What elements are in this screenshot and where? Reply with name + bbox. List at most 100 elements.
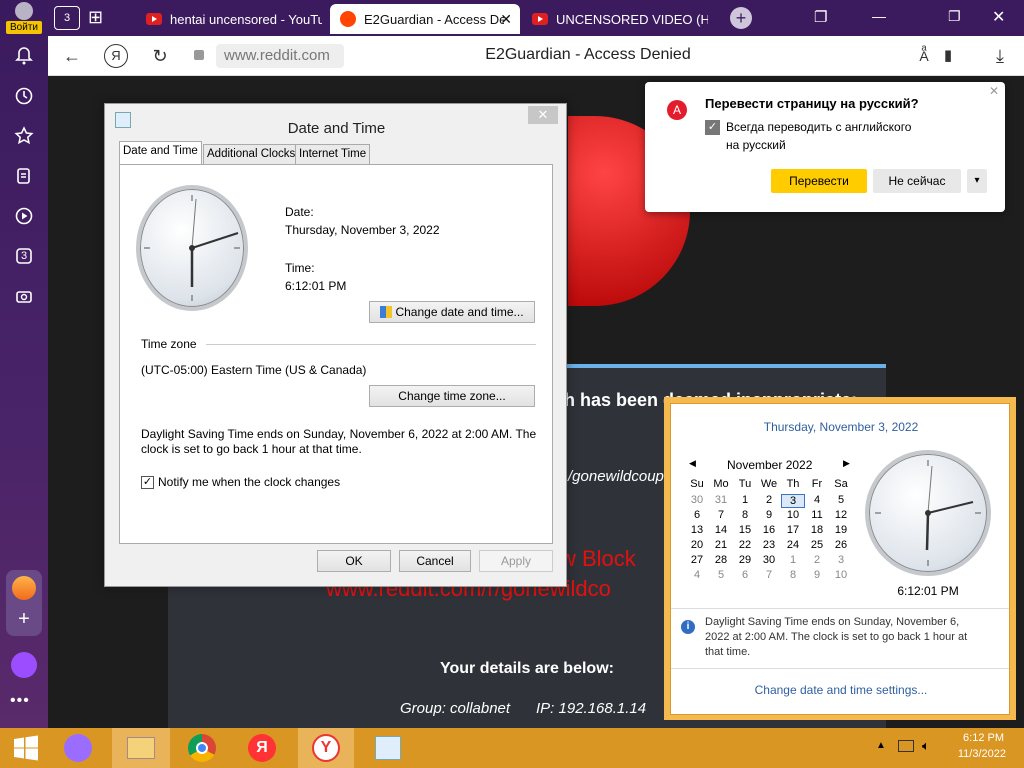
translate-icon[interactable]: Aͣ	[912, 44, 936, 68]
calendar-day[interactable]: 19	[829, 524, 853, 536]
bookmarks-star-icon[interactable]	[8, 120, 40, 152]
always-translate-checkbox[interactable]: ✓	[705, 120, 720, 135]
not-now-button[interactable]: Не сейчас	[873, 169, 961, 193]
flyout-date-header[interactable]: Thursday, November 3, 2022	[671, 420, 1011, 434]
more-icon[interactable]: •••	[10, 692, 30, 710]
calendar-day[interactable]: 21	[709, 539, 733, 551]
tab-youtube-2[interactable]: UNCENSORED VIDEO (He	[522, 4, 708, 34]
calendar-day[interactable]: 26	[829, 539, 853, 551]
taskbar-date[interactable]: 11/3/2022	[940, 748, 1006, 760]
tab-additional-clocks[interactable]: Additional Clocks	[203, 144, 300, 164]
collections-icon[interactable]	[8, 160, 40, 192]
apply-button[interactable]: Apply	[479, 550, 553, 572]
tab-counter-button[interactable]: 3	[54, 6, 80, 30]
calendar-day[interactable]: 5	[829, 494, 853, 506]
close-icon[interactable]: ✕	[989, 84, 999, 98]
change-time-zone-button[interactable]: Change time zone...	[369, 385, 535, 407]
calendar-day[interactable]: 1	[781, 554, 805, 566]
prev-month-icon[interactable]: ◀	[689, 458, 696, 469]
cancel-button[interactable]: Cancel	[399, 550, 471, 572]
calendar-day[interactable]: 7	[757, 569, 781, 581]
calendar-day[interactable]: 4	[805, 494, 829, 506]
calendar-day[interactable]: 27	[685, 554, 709, 566]
minimize-icon[interactable]: —	[872, 8, 886, 24]
notify-checkbox[interactable]: ✓	[141, 476, 154, 489]
calendar-day[interactable]: 12	[829, 509, 853, 521]
ok-button[interactable]: OK	[317, 550, 391, 572]
download-icon[interactable]: ⤓	[988, 44, 1012, 68]
screenshot-camera-icon[interactable]	[8, 280, 40, 312]
volume-icon[interactable]: 🔈︎	[922, 738, 930, 754]
tab-e2guardian[interactable]: E2Guardian - Access Der ✕	[330, 4, 520, 34]
translate-button[interactable]: Перевести	[771, 169, 867, 193]
calendar-day[interactable]: 15	[733, 524, 757, 536]
calendar-day[interactable]: 5	[709, 569, 733, 581]
history-icon[interactable]	[8, 80, 40, 112]
close-button[interactable]: ✕	[528, 106, 558, 124]
login-button[interactable]: Войти	[6, 2, 42, 34]
calendar-day[interactable]: 28	[709, 554, 733, 566]
calendar-day[interactable]: 14	[709, 524, 733, 536]
calendar-day[interactable]: 8	[781, 569, 805, 581]
show-hidden-icons[interactable]: ▲	[876, 740, 886, 751]
back-arrow-icon[interactable]: ←	[60, 44, 84, 68]
yandex-browser-icon[interactable]: Я	[236, 728, 288, 768]
url-field[interactable]: www.reddit.com	[216, 44, 344, 68]
yandex-taskbar-icon[interactable]: Y	[298, 728, 354, 768]
app-icon[interactable]	[12, 576, 36, 600]
bell-icon[interactable]	[8, 40, 40, 72]
windows-start-icon[interactable]	[0, 728, 52, 768]
change-settings-link[interactable]: Change date and time settings...	[671, 683, 1011, 697]
calendar-day[interactable]: 9	[757, 509, 781, 521]
calendar-day[interactable]: 30	[757, 554, 781, 566]
date-time-taskbar-icon[interactable]	[362, 728, 414, 768]
tabs-counter-icon[interactable]: 3	[8, 240, 40, 272]
calendar-day[interactable]: 1	[733, 494, 757, 506]
calendar-day[interactable]: 7	[709, 509, 733, 521]
new-tab-button[interactable]: +	[730, 7, 752, 29]
change-date-time-button[interactable]: Change date and time...	[369, 301, 535, 323]
calendar-day[interactable]: 29	[733, 554, 757, 566]
calendar-day[interactable]: 17	[781, 524, 805, 536]
calendar-day[interactable]: 31	[709, 494, 733, 506]
file-explorer-icon[interactable]	[112, 728, 170, 768]
calendar-day[interactable]: 10	[829, 569, 853, 581]
close-tab-icon[interactable]: ✕	[500, 11, 512, 28]
taskbar-time[interactable]: 6:12 PM	[940, 732, 1004, 744]
reload-icon[interactable]: ↻	[148, 44, 172, 68]
tab-youtube-1[interactable]: hentai uncensored - YouTu	[136, 4, 322, 34]
yandex-logo-icon[interactable]: Я	[104, 44, 128, 68]
chrome-icon[interactable]	[176, 728, 228, 768]
calendar-day[interactable]: 6	[685, 509, 709, 521]
alice-taskbar-icon[interactable]	[52, 728, 104, 768]
calendar-day[interactable]: 10	[781, 509, 805, 521]
new-tab-group-icon[interactable]: ⊞	[88, 6, 112, 30]
tab-date-and-time[interactable]: Date and Time	[119, 141, 202, 165]
calendar-day[interactable]: 30	[685, 494, 709, 506]
calendar-day[interactable]: 2	[757, 494, 781, 506]
calendar-day[interactable]: 22	[733, 539, 757, 551]
tab-manager-icon[interactable]: ❐	[814, 8, 827, 26]
calendar-day[interactable]: 3	[829, 554, 853, 566]
calendar-day[interactable]: 24	[781, 539, 805, 551]
tab-internet-time[interactable]: Internet Time	[295, 144, 371, 164]
calendar-day[interactable]: 3	[781, 494, 805, 508]
calendar-day[interactable]: 23	[757, 539, 781, 551]
calendar-day[interactable]: 25	[805, 539, 829, 551]
video-play-icon[interactable]	[8, 200, 40, 232]
calendar-day[interactable]: 13	[685, 524, 709, 536]
calendar-day[interactable]: 6	[733, 569, 757, 581]
network-icon[interactable]	[898, 740, 914, 752]
calendar-day[interactable]: 18	[805, 524, 829, 536]
calendar-day[interactable]: 9	[805, 569, 829, 581]
calendar-day[interactable]: 16	[757, 524, 781, 536]
calendar-day[interactable]: 8	[733, 509, 757, 521]
restore-icon[interactable]: ❐	[948, 8, 961, 25]
calendar-day[interactable]: 4	[685, 569, 709, 581]
calendar-day[interactable]: 2	[805, 554, 829, 566]
add-app-icon[interactable]: +	[6, 608, 42, 631]
month-label[interactable]: November 2022	[727, 458, 812, 472]
alice-assistant-icon[interactable]	[11, 652, 37, 678]
close-window-icon[interactable]: ✕	[992, 7, 1005, 27]
calendar-day[interactable]: 11	[805, 509, 829, 521]
